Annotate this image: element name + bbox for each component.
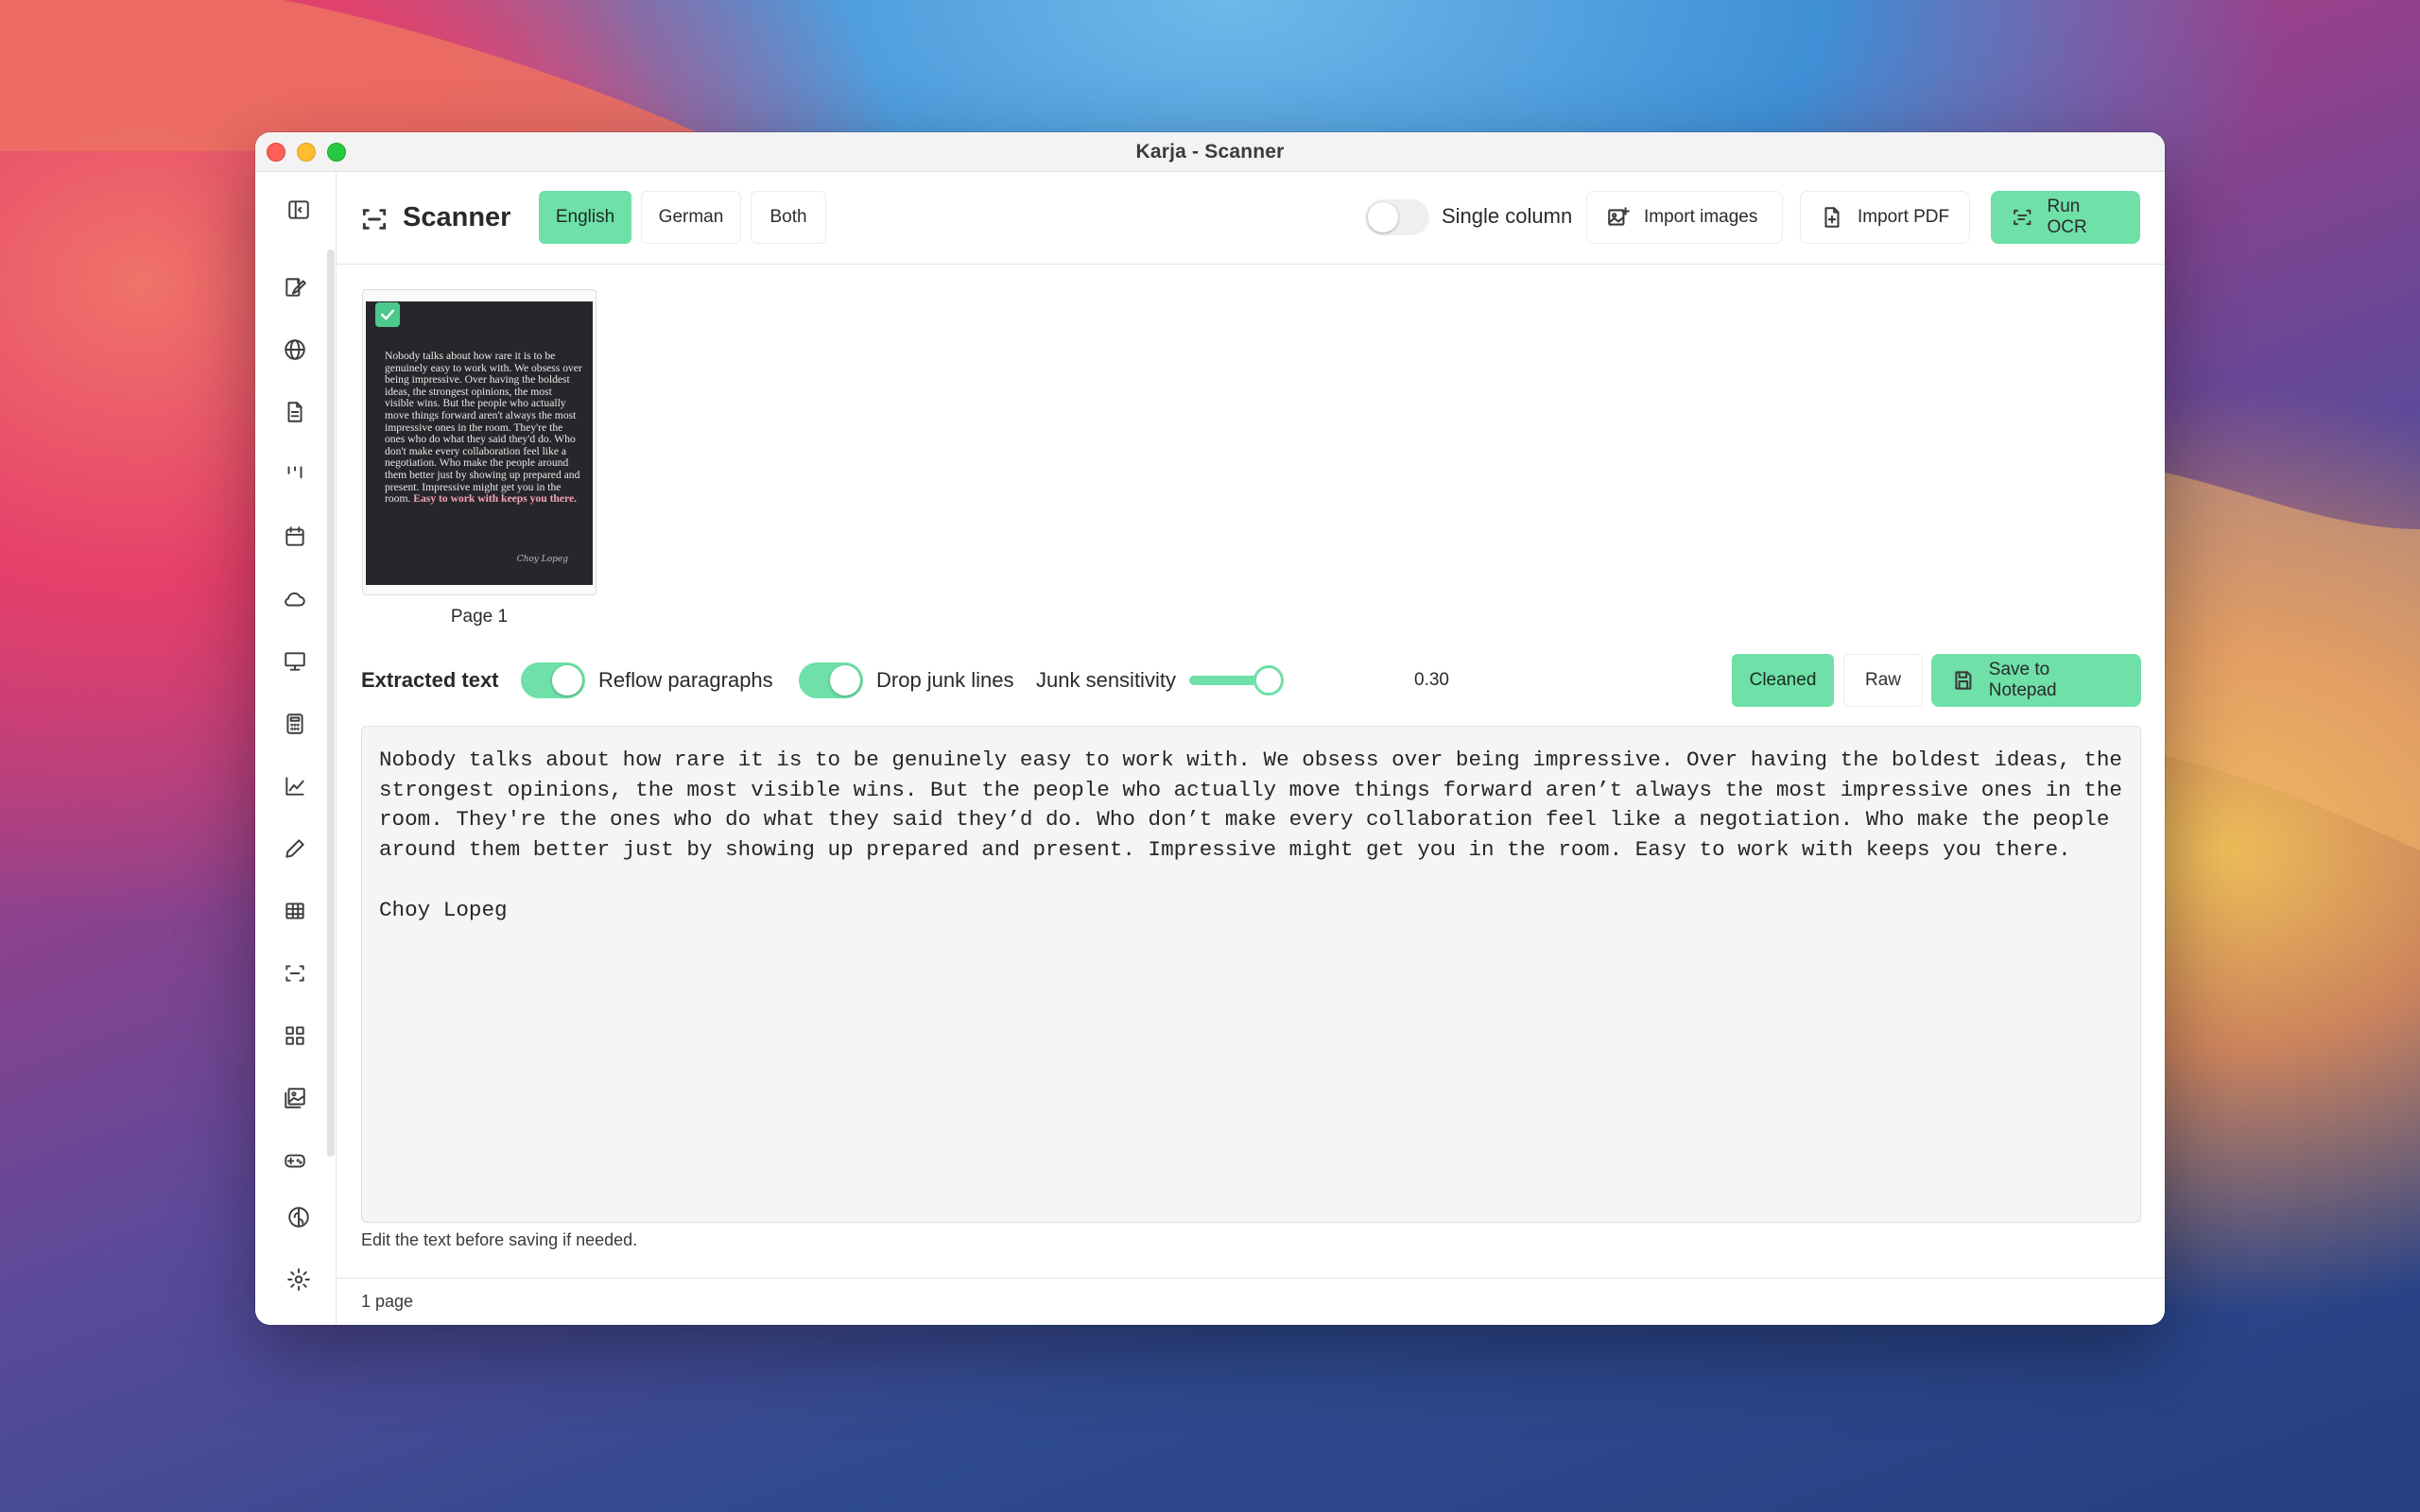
page-image: Nobody talks about how rare it is to be …: [366, 301, 593, 585]
minimize-window-button[interactable]: [297, 143, 316, 162]
file-add-icon: [1824, 207, 1840, 228]
close-window-button[interactable]: [267, 143, 285, 162]
raw-view-button[interactable]: Raw: [1843, 654, 1923, 707]
image-add-icon: [1608, 207, 1630, 226]
page-select-checkbox[interactable]: [375, 302, 400, 327]
gamepad-icon[interactable]: [276, 1142, 314, 1179]
globe-icon[interactable]: [276, 331, 314, 369]
run-ocr-button[interactable]: Run OCR: [1991, 191, 2140, 244]
page-image-text: Nobody talks about how rare it is to be …: [385, 350, 582, 506]
scan-text-icon: [2014, 209, 2031, 226]
cleaned-view-button[interactable]: Cleaned: [1732, 654, 1834, 707]
language-english-button[interactable]: English: [539, 191, 631, 244]
title-bar: Karja - Scanner: [255, 132, 2165, 172]
junk-sensitivity-value: 0.30: [1414, 670, 1449, 690]
extracted-text-heading: Extracted text: [361, 668, 499, 692]
scanner-icon[interactable]: [276, 954, 314, 992]
kanban-icon[interactable]: [276, 455, 314, 493]
import-pdf-button[interactable]: Import PDF: [1800, 191, 1970, 244]
import-images-button[interactable]: Import images: [1586, 191, 1783, 244]
document-icon[interactable]: [276, 393, 314, 431]
pencil-icon[interactable]: [276, 830, 314, 868]
image-gallery-icon[interactable]: [276, 1079, 314, 1117]
notepad-icon[interactable]: [276, 268, 314, 306]
footer-divider: [337, 1278, 2165, 1279]
scanner-icon: [359, 204, 389, 234]
edit-hint: Edit the text before saving if needed.: [361, 1230, 638, 1249]
sidebar-toggle-icon[interactable]: [280, 191, 318, 229]
cloud-icon[interactable]: [276, 580, 314, 618]
import-pdf-label: Import PDF: [1858, 207, 1950, 227]
calendar-icon[interactable]: [276, 518, 314, 556]
apps-grid-icon[interactable]: [276, 1017, 314, 1055]
sidebar-scrollbar[interactable]: [327, 249, 335, 1157]
import-images-label: Import images: [1644, 207, 1758, 227]
single-column-label: Single column: [1442, 204, 1573, 228]
settings-icon[interactable]: [280, 1261, 318, 1298]
brain-icon[interactable]: [280, 1198, 318, 1236]
single-column-toggle[interactable]: [1365, 199, 1429, 235]
drop-junk-lines-label: Drop junk lines: [876, 668, 1014, 692]
extracted-text-editor[interactable]: Nobody talks about how rare it is to be …: [361, 726, 2141, 1223]
calculator-icon[interactable]: [276, 705, 314, 743]
page-count-status: 1 page: [361, 1292, 414, 1311]
save-to-notepad-label: Save to Notepad: [1988, 660, 2057, 700]
page-title: Scanner: [403, 202, 511, 232]
maximize-window-button[interactable]: [327, 143, 346, 162]
run-ocr-label: Run OCR: [2047, 197, 2087, 237]
junk-sensitivity-label: Junk sensitivity: [1036, 668, 1176, 692]
language-german-button[interactable]: German: [641, 191, 741, 244]
page-thumbnail[interactable]: Nobody talks about how rare it is to be …: [362, 289, 596, 595]
reflow-paragraphs-toggle[interactable]: [521, 662, 585, 698]
reflow-paragraphs-label: Reflow paragraphs: [598, 668, 773, 692]
presentation-icon[interactable]: [276, 643, 314, 680]
save-icon: [1955, 671, 1972, 690]
checkmark-icon: [380, 309, 395, 320]
language-both-button[interactable]: Both: [751, 191, 826, 244]
junk-sensitivity-slider-handle[interactable]: [1253, 665, 1284, 696]
window-controls: [267, 143, 346, 162]
sidebar: [255, 172, 337, 1325]
drop-junk-lines-toggle[interactable]: [799, 662, 863, 698]
save-to-notepad-button[interactable]: Save to Notepad: [1931, 654, 2141, 707]
table-icon[interactable]: [276, 892, 314, 930]
page-image-signature: Choy Lopeg: [516, 555, 568, 564]
chart-icon[interactable]: [276, 767, 314, 805]
page-caption: Page 1: [450, 607, 509, 627]
window-title: Karja - Scanner: [1135, 140, 1285, 163]
